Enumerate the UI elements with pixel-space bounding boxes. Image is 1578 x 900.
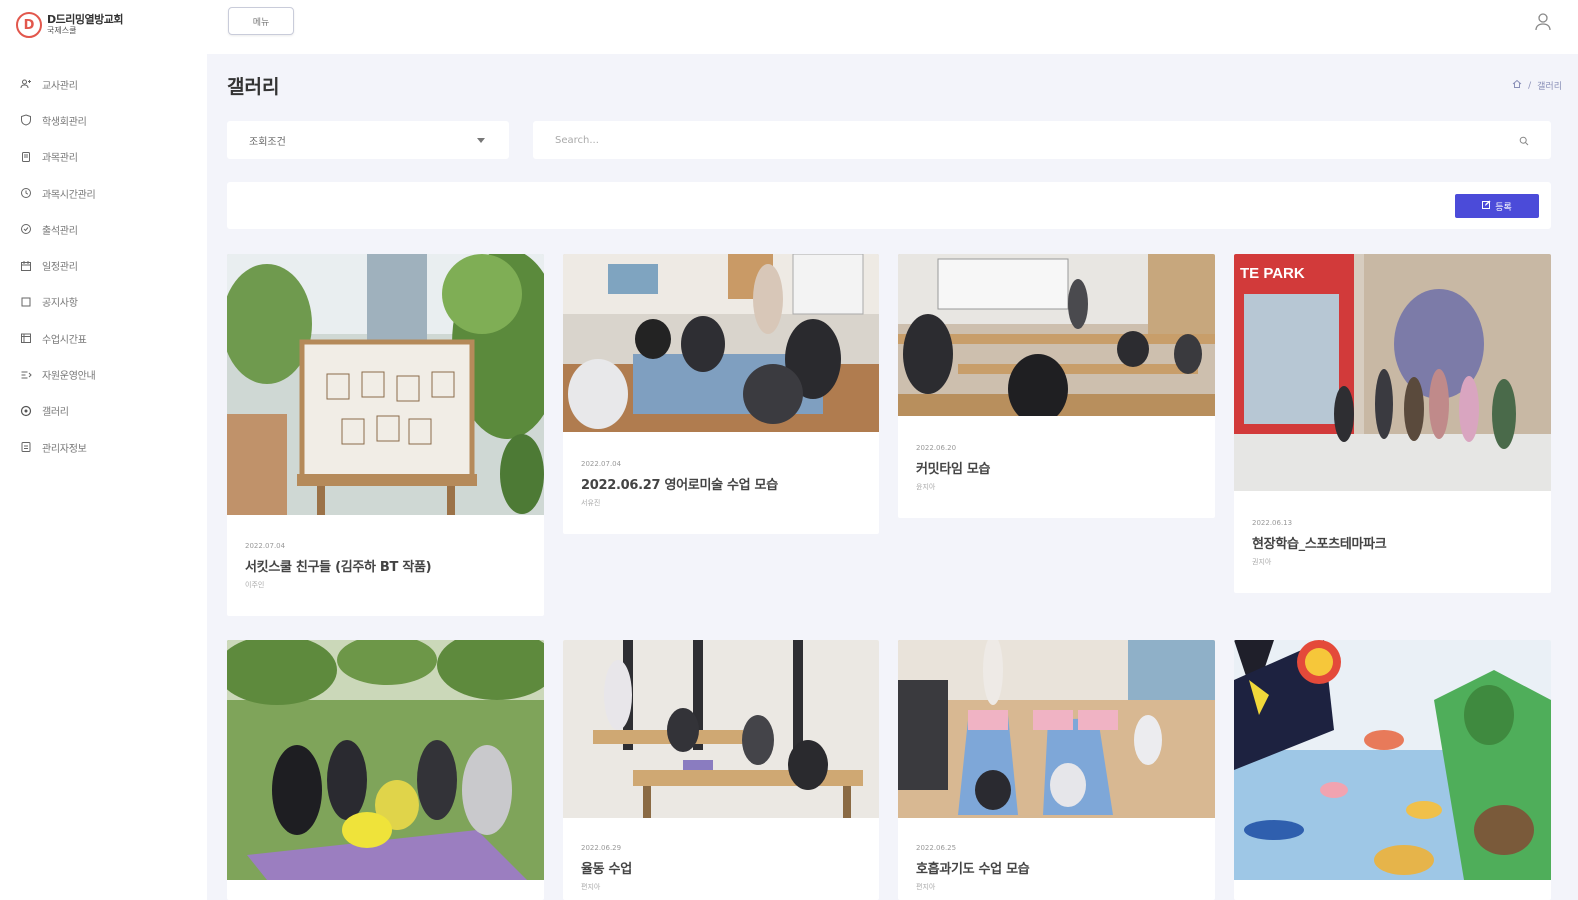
logo[interactable]: D D드리밍열방교회 국제스쿨: [16, 12, 123, 38]
card-title: 호흡과기도 수업 모습: [916, 862, 1030, 877]
card-author: 권지아: [1252, 558, 1272, 566]
gallery-card[interactable]: 2022.06.20 커밋타임 모습 윤지아: [898, 254, 1215, 518]
user-icon[interactable]: [1534, 12, 1552, 32]
sidebar-item-student-council[interactable]: 학생회관리: [20, 102, 200, 138]
card-author: 이주인: [245, 581, 265, 589]
register-button[interactable]: 등록: [1455, 194, 1539, 218]
card-date: 2022.06.25: [916, 844, 957, 852]
search-box: [533, 121, 1551, 159]
sidebar-item-label: 과목시간관리: [42, 189, 96, 201]
gallery-card[interactable]: 2022.07.04 2022.06.27 영어로미술 수업 모습 서유진: [563, 254, 879, 534]
sidebar-item-teachers[interactable]: 교사관리: [20, 66, 200, 102]
sidebar-item-subjects[interactable]: 과목관리: [20, 139, 200, 175]
sidebar-item-label: 수업시간표: [42, 334, 87, 346]
calendar-icon: [20, 260, 32, 272]
sidebar-item-subject-times[interactable]: 과목시간관리: [20, 175, 200, 211]
register-label: 등록: [1495, 202, 1512, 213]
home-icon[interactable]: [1512, 79, 1522, 92]
sidebar-item-timetable[interactable]: 수업시간표: [20, 320, 200, 356]
card-date: 2022.06.13: [1252, 519, 1293, 527]
sidebar-item-label: 갤러리: [42, 407, 69, 419]
card-author: 편지아: [916, 883, 936, 891]
sidebar-item-schedule[interactable]: 일정관리: [20, 247, 200, 283]
gallery-icon: [20, 405, 32, 417]
action-bar: 등록: [227, 182, 1551, 229]
filter-select[interactable]: 조회조건: [227, 121, 509, 159]
menu-button[interactable]: 메뉴: [228, 7, 294, 35]
sidebar-item-gallery[interactable]: 갤러리: [20, 393, 200, 429]
gallery-photo: TE PARK: [1234, 254, 1551, 491]
gallery-card[interactable]: [1234, 640, 1551, 900]
search-input[interactable]: [555, 134, 1519, 146]
sidebar-item-attendance[interactable]: 출석관리: [20, 211, 200, 247]
card-author: 편지아: [581, 883, 601, 891]
sidebar: D D드리밍열방교회 국제스쿨 교사관리 학생회관리 과목관리 과목시간관리 출…: [0, 0, 207, 900]
chevron-down-icon: [477, 135, 485, 146]
card-date: 2022.07.04: [245, 542, 286, 550]
card-title: 율동 수업: [581, 862, 632, 877]
card-date: 2022.06.29: [581, 844, 622, 852]
card-title: 2022.06.27 영어로미술 수업 모습: [581, 478, 778, 493]
gallery-photo: [227, 254, 544, 515]
sidebar-item-label: 자원운영안내: [42, 371, 96, 383]
gallery-card[interactable]: TE PARK 2022.06.13 현장학습_스포츠테마파크 권지아: [1234, 254, 1551, 593]
check-circle-icon: [20, 223, 32, 235]
logo-title: D드리밍열방교회: [47, 13, 123, 26]
shield-icon: [20, 114, 32, 126]
sidebar-item-admin[interactable]: 관리자정보: [20, 429, 200, 465]
breadcrumb: / 갤러리: [1512, 79, 1562, 92]
breadcrumb-current: 갤러리: [1537, 82, 1562, 92]
breadcrumb-separator: /: [1528, 80, 1532, 91]
gallery-photo: [898, 640, 1215, 818]
clock-icon: [20, 187, 32, 199]
timetable-icon: [20, 332, 32, 344]
sidebar-item-label: 일정관리: [42, 262, 78, 274]
edit-icon: [1482, 200, 1491, 212]
guide-icon: [20, 369, 32, 381]
notice-icon: [20, 296, 32, 308]
gallery-photo: [227, 640, 544, 880]
book-icon: [20, 151, 32, 163]
card-date: 2022.07.04: [581, 460, 622, 468]
card-author: 서유진: [581, 499, 601, 507]
gallery-photo: [1234, 640, 1551, 880]
topbar: 메뉴: [207, 0, 1578, 54]
gallery-card[interactable]: [227, 640, 544, 900]
gallery-card[interactable]: 2022.07.04 서킷스쿨 친구들 (김주하 BT 작품) 이주인: [227, 254, 544, 616]
card-title: 현장학습_스포츠테마파크: [1252, 537, 1387, 552]
card-author: 윤지아: [916, 483, 936, 491]
sidebar-item-label: 관리자정보: [42, 443, 87, 455]
gallery-photo: [563, 640, 879, 818]
sidebar-item-guide[interactable]: 자원운영안내: [20, 356, 200, 392]
sidebar-item-label: 공지사항: [42, 298, 78, 310]
gallery-photo: [898, 254, 1215, 416]
sidebar-item-notices[interactable]: 공지사항: [20, 284, 200, 320]
sidebar-item-label: 교사관리: [42, 80, 78, 92]
logo-icon: D: [16, 12, 42, 38]
gallery-card[interactable]: 2022.06.29 율동 수업 편지아: [563, 640, 879, 900]
search-icon[interactable]: [1519, 131, 1529, 150]
card-title: 커밋타임 모습: [916, 462, 991, 477]
sidebar-nav: 교사관리 학생회관리 과목관리 과목시간관리 출석관리 일정관리 공지사항 수업…: [20, 66, 200, 465]
logo-subtitle: 국제스쿨: [47, 26, 77, 35]
users-icon: [20, 78, 32, 90]
svg-text:TE PARK: TE PARK: [1240, 265, 1305, 282]
sidebar-item-label: 학생회관리: [42, 116, 87, 128]
filter-select-value: 조회조건: [249, 136, 286, 148]
sidebar-item-label: 과목관리: [42, 153, 78, 165]
gallery-photo: [563, 254, 879, 432]
card-date: 2022.06.20: [916, 444, 957, 452]
card-title: 서킷스쿨 친구들 (김주하 BT 작품): [245, 560, 432, 575]
sidebar-item-label: 출석관리: [42, 225, 78, 237]
gallery-card[interactable]: 2022.06.25 호흡과기도 수업 모습 편지아: [898, 640, 1215, 900]
admin-icon: [20, 441, 32, 453]
page-title: 갤러리: [227, 76, 280, 98]
